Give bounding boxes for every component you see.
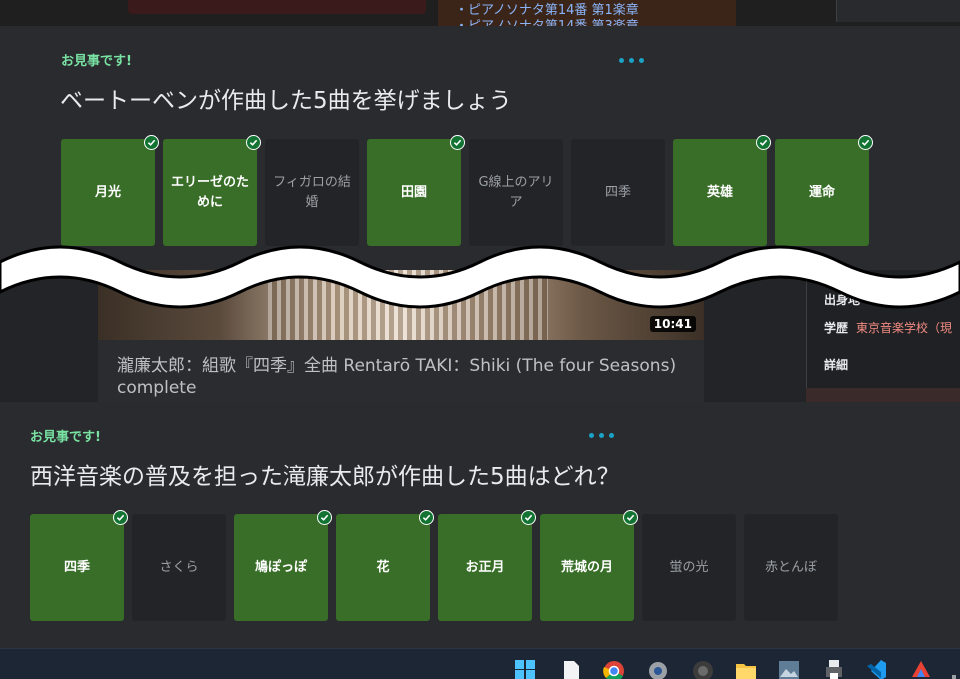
chrome-icon[interactable] (603, 659, 625, 679)
kp-education-value[interactable]: 東京音楽学校（現 (856, 321, 952, 335)
more-options-dots-icon[interactable] (589, 433, 614, 438)
quiz-option-label: 鳩ぽっぽ (254, 559, 307, 575)
quiz-option-label: G線上のアリア (478, 174, 554, 210)
checkmark-icon (756, 135, 771, 150)
windows-taskbar (0, 648, 960, 679)
quiz-option-tile[interactable]: 蛍の光 (642, 514, 736, 621)
quiz-option-tile[interactable]: フィガロの結婚 (265, 139, 359, 246)
checkmark-icon (113, 510, 128, 525)
checkmark-icon (521, 510, 536, 525)
checkmark-icon (623, 510, 638, 525)
app-icon[interactable] (910, 659, 932, 679)
vscode-icon[interactable] (865, 659, 887, 679)
video-title-link[interactable]: 瀧廉太郎：組歌『四季』全曲 Rentarō TAKI：Shiki (The fo… (117, 355, 697, 399)
side-panel-edge (836, 0, 960, 22)
quiz-option-label: さくら (159, 559, 199, 575)
checkmark-icon (317, 510, 332, 525)
kp-education-label: 学歴 (824, 321, 849, 335)
quiz-option-label: お正月 (465, 559, 505, 575)
quiz-option-tile[interactable]: 花 (336, 510, 434, 621)
quiz-option-tile[interactable]: G線上のアリア (469, 139, 563, 246)
checkmark-icon (419, 510, 434, 525)
quiz-option-tile[interactable]: 四季 (30, 510, 128, 621)
quiz-option-label: 月光 (94, 184, 121, 200)
obs-icon[interactable] (692, 659, 714, 679)
file-icon[interactable] (560, 659, 582, 679)
printer-icon[interactable] (823, 659, 845, 679)
quiz-option-label: 田園 (400, 184, 427, 200)
quiz-option-tile[interactable]: 田園 (367, 135, 465, 246)
checkmark-icon (858, 135, 873, 150)
quiz-option-label: 四季 (604, 184, 631, 200)
torn-edge-divider (0, 245, 960, 309)
quiz-option-label: 花 (376, 559, 390, 575)
quiz-option-label: 四季 (63, 559, 90, 575)
quiz-option-tile[interactable]: エリーゼのために (163, 135, 261, 246)
overflow-icon[interactable] (950, 659, 960, 679)
quiz-option-tile[interactable]: 赤とんぼ (744, 514, 838, 621)
quiz-option-label: フィガロの結婚 (273, 174, 351, 210)
quiz-question: ベートーベンが作曲した5曲を挙げましょう (60, 88, 512, 114)
quiz-praise-text: お見事です! (61, 54, 132, 69)
kp-more-link[interactable]: 詳細 (824, 356, 848, 373)
quiz-option-tile[interactable]: さくら (132, 514, 226, 621)
checkmark-icon (450, 135, 465, 150)
quiz-option-tile[interactable]: 鳩ぽっぽ (234, 510, 332, 621)
quiz-option-tile[interactable]: 四季 (571, 139, 665, 246)
quiz-praise-text: お見事です! (30, 430, 101, 445)
quiz-card-taki: お見事です! 西洋音楽の普及を担った滝廉太郎が作曲した5曲はどれ？ 四季 さくら 鳩… (0, 402, 960, 648)
kp-footer-strip (806, 388, 960, 402)
quiz-option-tile[interactable]: 月光 (61, 135, 159, 246)
quiz-option-label: 英雄 (706, 184, 733, 200)
settings-icon[interactable] (647, 659, 669, 679)
quiz-option-label: 運命 (808, 184, 835, 200)
quiz-option-label: 荒城の月 (560, 559, 613, 575)
quiz-option-tile[interactable]: 荒城の月 (540, 510, 638, 621)
checkmark-icon (144, 135, 159, 150)
quiz-option-tile[interactable]: 英雄 (673, 135, 771, 246)
background-card (128, 0, 426, 14)
more-options-dots-icon[interactable] (619, 58, 644, 63)
windows-start-icon[interactable] (514, 659, 536, 679)
checkmark-icon (246, 135, 261, 150)
quiz-question: 西洋音楽の普及を担った滝廉太郎が作曲した5曲はどれ？ (30, 464, 620, 490)
quiz-option-tile[interactable]: お正月 (438, 510, 536, 621)
folder-icon[interactable] (735, 659, 757, 679)
image-app-icon[interactable] (778, 659, 800, 679)
quiz-option-tile[interactable]: 運命 (775, 135, 873, 246)
quiz-option-label: エリーゼのために (170, 174, 249, 210)
quiz-option-label: 赤とんぼ (764, 559, 817, 575)
quiz-option-label: 蛍の光 (669, 559, 709, 575)
